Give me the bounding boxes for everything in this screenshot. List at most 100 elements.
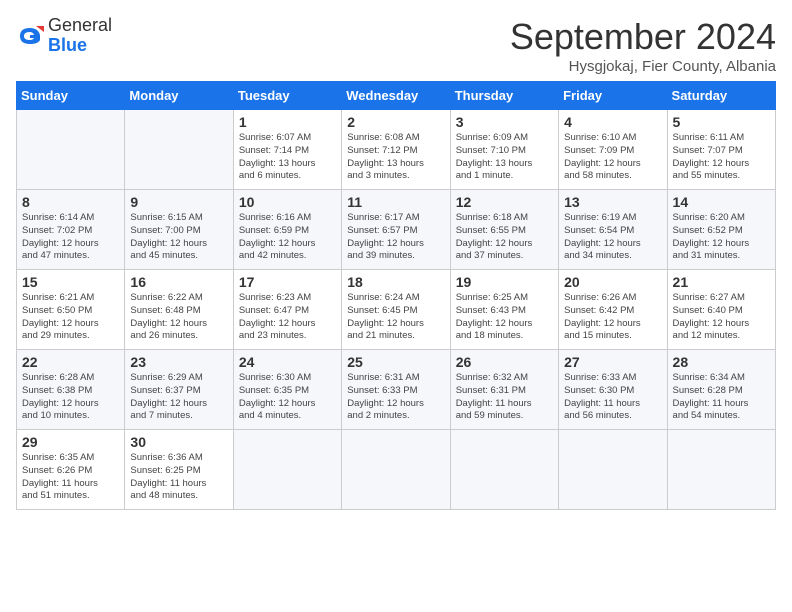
logo-general-text: General [48,16,112,36]
calendar-day-cell: 19 Sunrise: 6:25 AM Sunset: 6:43 PM Dayli… [450,270,558,350]
calendar-day-cell: 17 Sunrise: 6:23 AM Sunset: 6:47 PM Dayli… [233,270,341,350]
day-info: Sunrise: 6:22 AM Sunset: 6:48 PM Dayligh… [130,292,227,343]
page-header: General Blue September 2024 Hysgjokaj, F… [16,16,776,75]
calendar-day-cell: 8 Sunrise: 6:14 AM Sunset: 7:02 PM Daylig… [17,190,125,270]
day-number: 27 [564,354,661,370]
day-number: 22 [22,354,119,370]
day-info: Sunrise: 6:15 AM Sunset: 7:00 PM Dayligh… [130,212,227,263]
day-info: Sunrise: 6:09 AM Sunset: 7:10 PM Dayligh… [456,132,553,183]
day-info: Sunrise: 6:28 AM Sunset: 6:38 PM Dayligh… [22,372,119,423]
weekday-header-row: SundayMondayTuesdayWednesdayThursdayFrid… [17,82,776,110]
day-info: Sunrise: 6:17 AM Sunset: 6:57 PM Dayligh… [347,212,444,263]
day-number: 9 [130,194,227,210]
calendar-day-cell: 2 Sunrise: 6:08 AM Sunset: 7:12 PM Daylig… [342,110,450,190]
day-info: Sunrise: 6:36 AM Sunset: 6:25 PM Dayligh… [130,452,227,503]
day-number: 20 [564,274,661,290]
calendar-day-cell: 28 Sunrise: 6:34 AM Sunset: 6:28 PM Dayli… [667,350,775,430]
day-info: Sunrise: 6:20 AM Sunset: 6:52 PM Dayligh… [673,212,770,263]
calendar-day-cell [667,430,775,510]
day-info: Sunrise: 6:14 AM Sunset: 7:02 PM Dayligh… [22,212,119,263]
calendar-day-cell [342,430,450,510]
day-number: 29 [22,434,119,450]
calendar-body: 1 Sunrise: 6:07 AM Sunset: 7:14 PM Daylig… [17,110,776,510]
calendar-day-cell: 16 Sunrise: 6:22 AM Sunset: 6:48 PM Dayli… [125,270,233,350]
day-info: Sunrise: 6:23 AM Sunset: 6:47 PM Dayligh… [239,292,336,343]
day-info: Sunrise: 6:27 AM Sunset: 6:40 PM Dayligh… [673,292,770,343]
day-number: 4 [564,114,661,130]
title-section: September 2024 Hysgjokaj, Fier County, A… [510,16,776,75]
calendar-week-row: 29 Sunrise: 6:35 AM Sunset: 6:26 PM Dayli… [17,430,776,510]
location: Hysgjokaj, Fier County, Albania [510,58,776,75]
calendar-table: SundayMondayTuesdayWednesdayThursdayFrid… [16,81,776,510]
day-info: Sunrise: 6:26 AM Sunset: 6:42 PM Dayligh… [564,292,661,343]
day-info: Sunrise: 6:25 AM Sunset: 6:43 PM Dayligh… [456,292,553,343]
calendar-day-cell: 18 Sunrise: 6:24 AM Sunset: 6:45 PM Dayli… [342,270,450,350]
day-number: 5 [673,114,770,130]
day-info: Sunrise: 6:24 AM Sunset: 6:45 PM Dayligh… [347,292,444,343]
calendar-day-cell: 15Sunrise: 6:21 AM Sunset: 6:50 PM Dayli… [17,270,125,350]
day-number: 14 [673,194,770,210]
day-number: 1 [239,114,336,130]
calendar-day-cell: 13 Sunrise: 6:19 AM Sunset: 6:54 PM Dayli… [559,190,667,270]
day-info: Sunrise: 6:32 AM Sunset: 6:31 PM Dayligh… [456,372,553,423]
day-info: Sunrise: 6:33 AM Sunset: 6:30 PM Dayligh… [564,372,661,423]
calendar-day-cell: 5 Sunrise: 6:11 AM Sunset: 7:07 PM Daylig… [667,110,775,190]
calendar-week-row: 1 Sunrise: 6:07 AM Sunset: 7:14 PM Daylig… [17,110,776,190]
calendar-day-cell: 23 Sunrise: 6:29 AM Sunset: 6:37 PM Dayli… [125,350,233,430]
day-info: Sunrise: 6:10 AM Sunset: 7:09 PM Dayligh… [564,132,661,183]
day-info: Sunrise: 6:11 AM Sunset: 7:07 PM Dayligh… [673,132,770,183]
calendar-day-cell: 4 Sunrise: 6:10 AM Sunset: 7:09 PM Daylig… [559,110,667,190]
day-number: 21 [673,274,770,290]
weekday-header-wednesday: Wednesday [342,82,450,110]
day-number: 30 [130,434,227,450]
weekday-header-tuesday: Tuesday [233,82,341,110]
day-number: 28 [673,354,770,370]
calendar-day-cell: 25Sunrise: 6:31 AM Sunset: 6:33 PM Dayli… [342,350,450,430]
day-info: Sunrise: 6:16 AM Sunset: 6:59 PM Dayligh… [239,212,336,263]
day-number: 25 [347,354,444,370]
day-info: Sunrise: 6:35 AM Sunset: 6:26 PM Dayligh… [22,452,119,503]
day-number: 8 [22,194,119,210]
weekday-header-thursday: Thursday [450,82,558,110]
logo-icon [16,22,44,50]
day-info: Sunrise: 6:18 AM Sunset: 6:55 PM Dayligh… [456,212,553,263]
calendar-day-cell: 27 Sunrise: 6:33 AM Sunset: 6:30 PM Dayli… [559,350,667,430]
calendar-day-cell [450,430,558,510]
weekday-header-friday: Friday [559,82,667,110]
calendar-day-cell [125,110,233,190]
day-number: 17 [239,274,336,290]
day-number: 19 [456,274,553,290]
weekday-header-monday: Monday [125,82,233,110]
day-number: 12 [456,194,553,210]
calendar-header: SundayMondayTuesdayWednesdayThursdayFrid… [17,82,776,110]
calendar-day-cell: 24 Sunrise: 6:30 AM Sunset: 6:35 PM Dayli… [233,350,341,430]
calendar-day-cell: 3Sunrise: 6:09 AM Sunset: 7:10 PM Daylig… [450,110,558,190]
calendar-day-cell: 29 Sunrise: 6:35 AM Sunset: 6:26 PM Dayli… [17,430,125,510]
day-number: 13 [564,194,661,210]
calendar-week-row: 22 Sunrise: 6:28 AM Sunset: 6:38 PM Dayli… [17,350,776,430]
day-number: 2 [347,114,444,130]
calendar-day-cell: 22 Sunrise: 6:28 AM Sunset: 6:38 PM Dayli… [17,350,125,430]
day-number: 18 [347,274,444,290]
day-info: Sunrise: 6:30 AM Sunset: 6:35 PM Dayligh… [239,372,336,423]
calendar-day-cell: 10Sunrise: 6:16 AM Sunset: 6:59 PM Dayli… [233,190,341,270]
calendar-day-cell [17,110,125,190]
day-info: Sunrise: 6:19 AM Sunset: 6:54 PM Dayligh… [564,212,661,263]
weekday-header-sunday: Sunday [17,82,125,110]
day-info: Sunrise: 6:21 AM Sunset: 6:50 PM Dayligh… [22,292,119,343]
calendar-week-row: 15Sunrise: 6:21 AM Sunset: 6:50 PM Dayli… [17,270,776,350]
day-info: Sunrise: 6:07 AM Sunset: 7:14 PM Dayligh… [239,132,336,183]
day-info: Sunrise: 6:08 AM Sunset: 7:12 PM Dayligh… [347,132,444,183]
day-number: 23 [130,354,227,370]
calendar-day-cell [233,430,341,510]
calendar-day-cell: 21 Sunrise: 6:27 AM Sunset: 6:40 PM Dayli… [667,270,775,350]
day-number: 24 [239,354,336,370]
calendar-day-cell: 11Sunrise: 6:17 AM Sunset: 6:57 PM Dayli… [342,190,450,270]
logo: General Blue [16,16,112,56]
calendar-day-cell: 14 Sunrise: 6:20 AM Sunset: 6:52 PM Dayli… [667,190,775,270]
logo-text: General Blue [48,16,112,56]
day-info: Sunrise: 6:34 AM Sunset: 6:28 PM Dayligh… [673,372,770,423]
day-info: Sunrise: 6:29 AM Sunset: 6:37 PM Dayligh… [130,372,227,423]
day-number: 16 [130,274,227,290]
weekday-header-saturday: Saturday [667,82,775,110]
